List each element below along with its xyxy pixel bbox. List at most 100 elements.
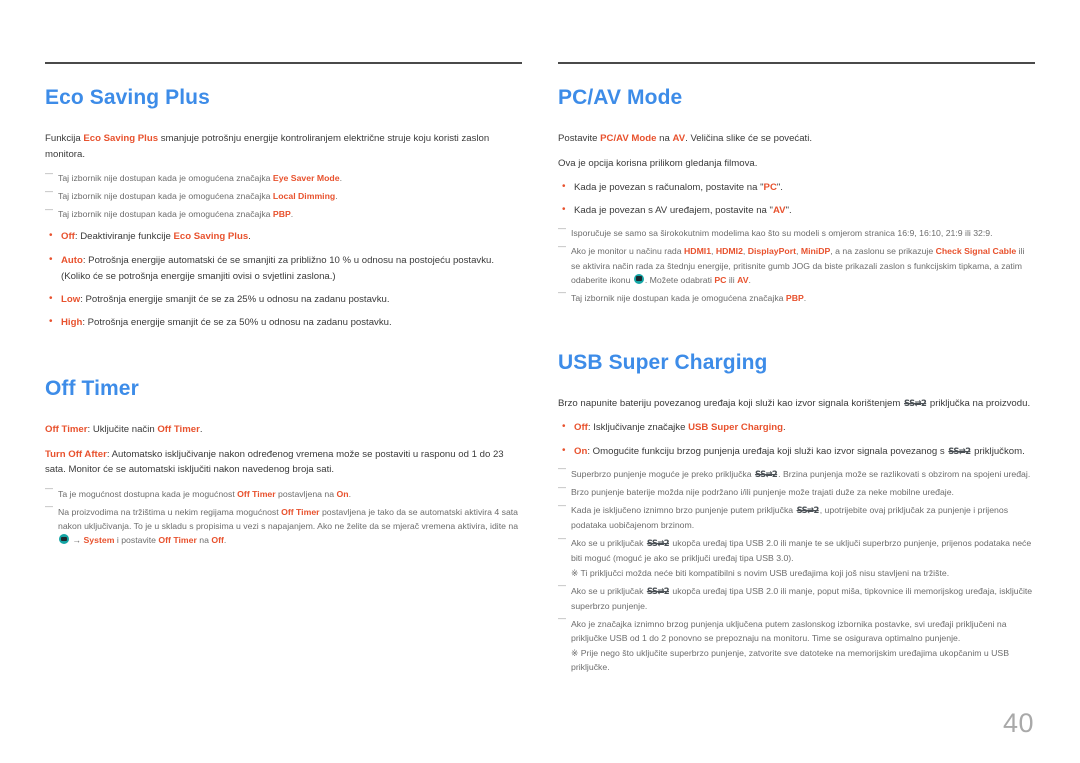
- intro-accent-eco-saving-plus: Eco Saving Plus: [83, 133, 159, 145]
- para-post: .: [199, 424, 203, 436]
- note-accent: AV: [737, 274, 749, 285]
- arrow-glyph: →: [70, 534, 84, 545]
- option-label: Off: [574, 422, 588, 434]
- note-pre: Brzo punjenje baterije možda nije podrža…: [571, 487, 954, 498]
- option-text: : Isključivanje značajke: [587, 422, 689, 434]
- note-item: Isporučuje se samo sa širokokutnim model…: [558, 223, 1035, 240]
- pc-av-mode-para-2: Ova je opcija korisna prilikom gledanja …: [558, 157, 758, 169]
- usb-symbol-text: SS⇄2: [796, 505, 820, 516]
- note-post: .: [803, 292, 807, 303]
- option-text: : Potrošnja energije automatski će se sm…: [61, 254, 495, 282]
- list-item: Kada je povezan s računalom, postavite n…: [558, 179, 1035, 196]
- left-column: Eco Saving Plus Funkcija Eco Saving Plus…: [45, 62, 522, 682]
- note-pre: Ta je mogućnost dostupna kada je mogućno…: [58, 488, 238, 499]
- note-item: Ta je mogućnost dostupna kada je mogućno…: [45, 483, 522, 501]
- note-accent: Eye Saver Mode: [272, 173, 340, 184]
- note-item: Taj izbornik nije dostupan kada je omogu…: [45, 168, 522, 185]
- note-accent: Off Timer: [237, 488, 276, 499]
- note-accent: On: [336, 488, 349, 499]
- note-accent: PBP: [272, 209, 291, 220]
- note-item: Taj izbornik nije dostupan kada je omogu…: [45, 186, 522, 203]
- option-accent: USB Super Charging: [688, 422, 783, 434]
- eco-saving-plus-options: Off: Deaktiviranje funkcije Eco Saving P…: [45, 228, 522, 331]
- right-column: PC/AV Mode Postavite PC/AV Mode na AV. V…: [558, 62, 1035, 682]
- note-mid: na: [196, 534, 212, 545]
- note-accent: HDMI2: [715, 246, 743, 257]
- intro-pre: Brzo napunite bateriju povezanog uređaja…: [558, 397, 904, 409]
- usb-super-charging-intro: Brzo napunite bateriju povezanog uređaja…: [558, 396, 1035, 412]
- list-item: Low: Potrošnja energije smanjit će se za…: [45, 291, 522, 308]
- note-accent: PBP: [785, 292, 804, 303]
- list-item: Off: Isključivanje značajke USB Super Ch…: [558, 419, 1035, 436]
- pc-av-mode-para-1: Postavite PC/AV Mode na AV. Veličina sli…: [558, 131, 1035, 147]
- para-pre: Postavite: [558, 133, 601, 145]
- option-post: priključkom.: [971, 445, 1025, 457]
- note-mid: . Možete odabrati: [644, 274, 715, 285]
- bullet-pre: Kada je povezan s AV uređajem, postavite…: [574, 205, 773, 217]
- para-accent: AV: [672, 133, 686, 145]
- note-accent: DisplayPort: [747, 246, 797, 257]
- note-substar: Prije nego što uključite superbrzo punje…: [571, 646, 1035, 674]
- off-timer-para-1: Off Timer: Uključite način Off Timer.: [45, 422, 522, 438]
- usb-symbol-text: SS⇄2: [646, 585, 670, 596]
- intro-post: priključka na proizvodu.: [927, 397, 1031, 409]
- section-title-pc-av-mode: PC/AV Mode: [558, 86, 683, 109]
- note-item: Taj izbornik nije dostupan kada je omogu…: [558, 287, 1035, 305]
- eco-saving-plus-notes: Taj izbornik nije dostupan kada je omogu…: [45, 168, 522, 221]
- note-accent: Local Dimming: [272, 191, 336, 202]
- list-item: Auto: Potrošnja energije automatski će s…: [45, 252, 522, 285]
- page-number: 40: [1002, 708, 1034, 738]
- para-accent: Turn Off After: [45, 448, 107, 460]
- note-post: .: [335, 191, 338, 202]
- note-item: Ako se u priključak SS⇄2 ukopča uređaj t…: [558, 580, 1035, 613]
- note-mid: i postavite: [114, 534, 159, 545]
- bullet-accent: AV: [772, 205, 786, 217]
- note-accent: HDMI1: [684, 246, 712, 257]
- note-pre: Taj izbornik nije dostupan kada je omogu…: [58, 173, 273, 184]
- usb-superspeed-charging-icon: SS⇄2: [646, 537, 670, 551]
- off-timer-notes: Ta je mogućnost dostupna kada je mogućno…: [45, 483, 522, 547]
- option-accent: Eco Saving Plus: [173, 231, 249, 243]
- para-accent: Off Timer: [157, 424, 200, 436]
- intro-pre: Funkcija: [45, 133, 84, 145]
- note-pre: Na proizvodima na tržištima u nekim regi…: [58, 506, 282, 517]
- note-pre: Superbrzo punjenje moguće je preko prikl…: [571, 468, 755, 479]
- pc-av-mode-bullets: Kada je povezan s računalom, postavite n…: [558, 179, 1035, 219]
- option-label: Low: [61, 293, 81, 305]
- note-item: Ako se u priključak SS⇄2 ukopča uređaj t…: [558, 533, 1035, 580]
- note-post: .: [748, 274, 751, 285]
- bullet-pre: Kada je povezan s računalom, postavite n…: [574, 182, 764, 194]
- usb-super-charging-notes: Superbrzo punjenje moguće je preko prikl…: [558, 463, 1035, 674]
- usb-superspeed-charging-icon: SS⇄2: [755, 468, 778, 482]
- note-accent: Off Timer: [281, 506, 320, 517]
- note-item: Superbrzo punjenje moguće je preko prikl…: [558, 463, 1035, 482]
- note-pre: Ako se u priključak: [571, 538, 646, 549]
- note-pre: Taj izbornik nije dostupan kada je omogu…: [571, 292, 786, 303]
- usb-superspeed-charging-icon: SS⇄2: [796, 504, 820, 518]
- section-title-usb-super-charging: USB Super Charging: [558, 350, 768, 374]
- list-item: Kada je povezan s AV uređajem, postavite…: [558, 202, 1035, 219]
- note-item: Ako je monitor u načinu rada HDMI1, HDMI…: [558, 241, 1035, 286]
- option-text: : Omogućite funkciju brzog punjenja uređ…: [587, 445, 948, 457]
- usb-symbol-text: SS⇄2: [948, 445, 971, 456]
- manual-page: Eco Saving Plus Funkcija Eco Saving Plus…: [0, 0, 1080, 763]
- list-item: High: Potrošnja energije smanjit će se z…: [45, 314, 522, 331]
- option-label: Off: [61, 231, 75, 243]
- para-mid: na: [656, 133, 673, 145]
- section-title-off-timer: Off Timer: [45, 376, 139, 400]
- usb-symbol-text: SS⇄2: [646, 538, 670, 549]
- option-text: : Potrošnja energije smanjit će se za 25…: [80, 293, 390, 305]
- note-post: .: [223, 534, 227, 545]
- note-accent: Off Timer: [158, 534, 197, 545]
- note-mid: ili: [726, 274, 738, 285]
- eco-saving-plus-intro: Funkcija Eco Saving Plus smanjuje potroš…: [45, 131, 522, 162]
- note-post: .: [348, 488, 351, 499]
- option-label: On: [574, 445, 588, 457]
- two-column-layout: Eco Saving Plus Funkcija Eco Saving Plus…: [45, 62, 1035, 682]
- para-accent: PC/AV Mode: [600, 133, 657, 145]
- note-post: . Brzina punjenja može se razlikovati s …: [778, 468, 1031, 479]
- note-substar: Ti priključci možda neće biti kompatibil…: [571, 566, 1035, 580]
- usb-symbol-text: SS⇄2: [755, 468, 778, 479]
- display-menu-icon: [59, 533, 69, 544]
- usb-super-charging-options: Off: Isključivanje značajke USB Super Ch…: [558, 419, 1035, 459]
